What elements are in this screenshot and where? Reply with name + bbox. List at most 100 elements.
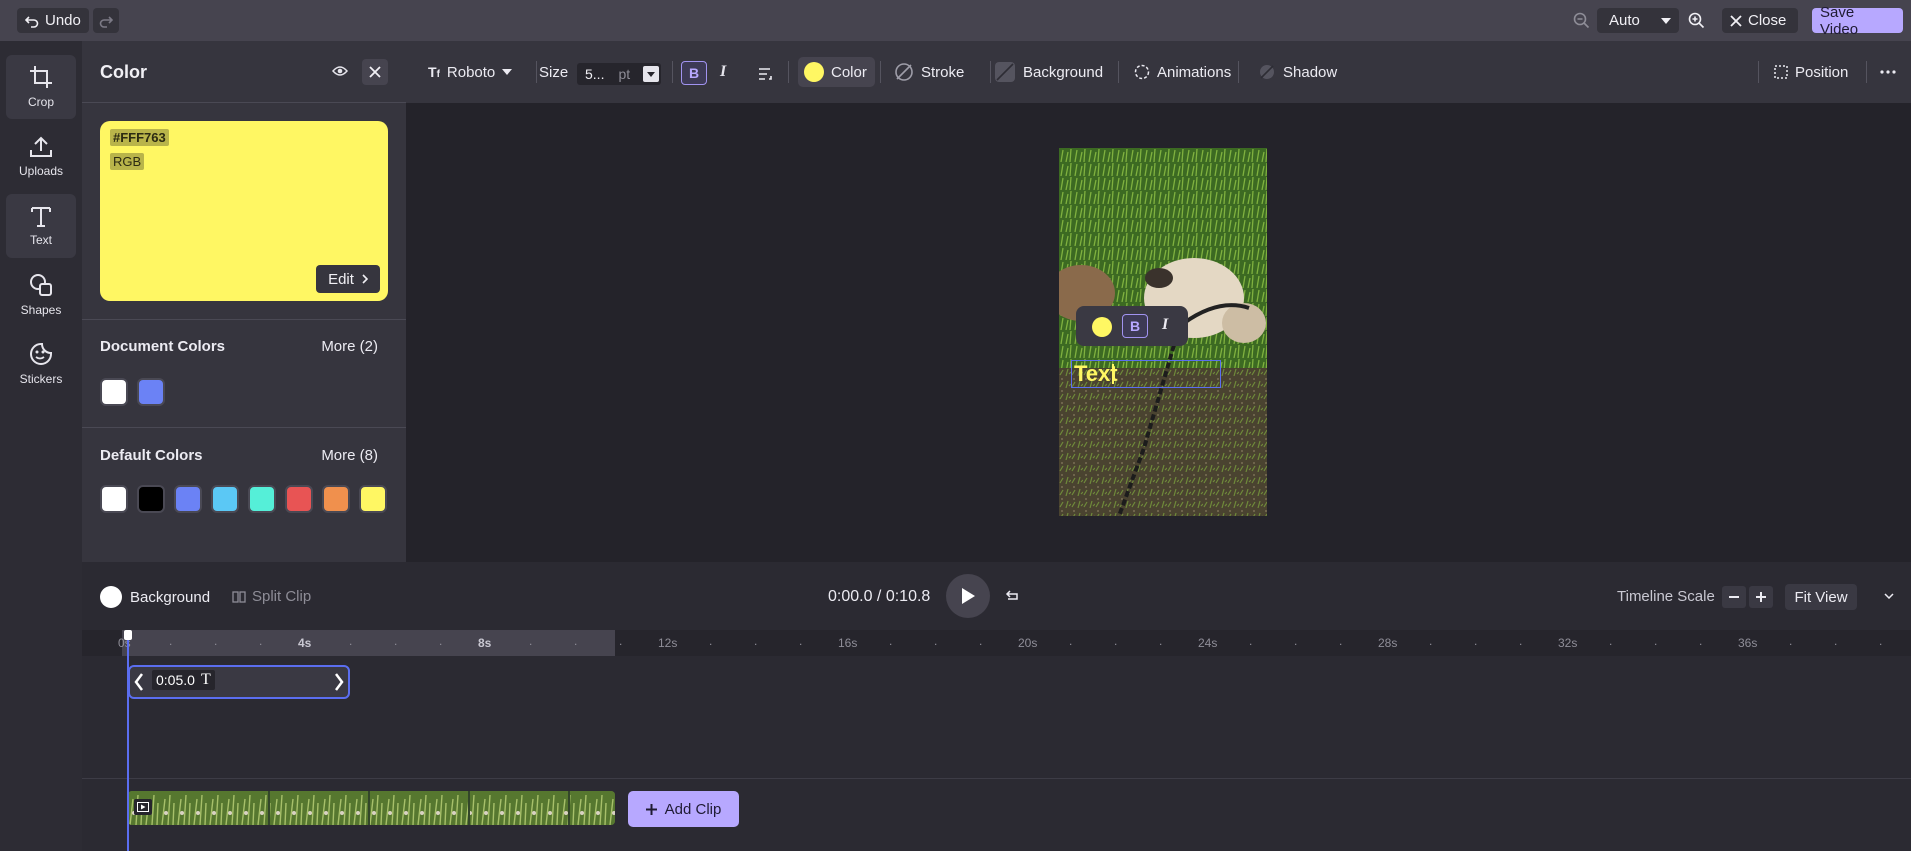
position-icon (1774, 65, 1788, 79)
sticker-icon (29, 342, 53, 366)
ruler-tick-label: 32s (1558, 636, 1578, 650)
color-swatch[interactable] (100, 485, 128, 513)
ruler-tick-label: 36s (1738, 636, 1758, 650)
timeline-scale-label: Timeline Scale (1617, 588, 1715, 605)
ruler-minor-tick: . (934, 634, 938, 648)
color-swatch-icon[interactable] (1092, 317, 1112, 337)
color-button[interactable]: Color (798, 57, 875, 87)
zoom-out-icon[interactable] (1573, 12, 1590, 29)
ruler-minor-tick: . (889, 634, 893, 648)
save-video-button[interactable]: Save Video (1812, 4, 1903, 38)
add-clip-button[interactable]: Add Clip (628, 791, 739, 827)
close-icon (1730, 14, 1742, 27)
chevron-down-icon[interactable] (1884, 593, 1894, 599)
ruler-minor-tick: . (1609, 634, 1613, 648)
shadow-button[interactable]: Shadow (1258, 57, 1337, 87)
panel-title: Color (100, 62, 147, 82)
default-colors-more[interactable]: More (8) (321, 447, 378, 464)
shadow-label: Shadow (1283, 63, 1338, 81)
split-clip-button[interactable]: Split Clip (232, 588, 311, 605)
italic-button[interactable]: I (720, 63, 726, 81)
close-panel-button[interactable] (362, 59, 388, 85)
divider (1118, 61, 1119, 83)
chevron-left-icon[interactable] (134, 673, 144, 691)
rail-item-shapes[interactable]: Shapes (6, 263, 76, 327)
time-readout: 0:00.0 / 0:10.8 (828, 588, 931, 605)
divider (1238, 61, 1239, 83)
color-swatch[interactable] (211, 485, 239, 513)
ruler-tick-label: 16s (838, 636, 858, 650)
background-toggle[interactable]: Background (100, 586, 210, 608)
mode-chip: RGB (110, 153, 145, 170)
playhead[interactable] (124, 630, 132, 851)
position-button[interactable]: Position (1774, 57, 1848, 87)
ruler-active-range (122, 630, 615, 656)
divider (1866, 61, 1867, 83)
document-colors-more[interactable]: More (2) (321, 338, 378, 355)
color-preview[interactable]: #FFF763 RGB Edit (100, 121, 388, 301)
stroke-button[interactable]: Stroke (894, 57, 964, 87)
fit-view-button[interactable]: Fit View (1785, 584, 1857, 610)
rail-item-crop[interactable]: Crop (6, 55, 76, 119)
divider (82, 778, 1911, 779)
color-swatch[interactable] (248, 485, 276, 513)
more-options-icon[interactable] (1880, 70, 1896, 74)
zoom-select[interactable]: Auto (1597, 8, 1679, 33)
size-dropdown-icon[interactable] (643, 66, 659, 82)
save-video-label: Save Video (1820, 3, 1859, 38)
scale-minus-button[interactable] (1722, 586, 1746, 608)
text-icon (30, 205, 52, 227)
background-label: Background (130, 588, 211, 606)
divider (1758, 61, 1759, 83)
color-swatch[interactable] (322, 485, 350, 513)
chevron-right-icon[interactable] (334, 673, 344, 691)
rail-item-text[interactable]: Text (6, 194, 76, 258)
ruler-minor-tick: . (709, 634, 713, 648)
loop-icon[interactable] (1004, 589, 1020, 603)
ruler-minor-tick: . (259, 634, 263, 648)
divider (672, 61, 673, 83)
ruler-tick-label: 24s (1198, 636, 1218, 650)
ruler-minor-tick: . (574, 634, 578, 648)
color-swatch[interactable] (285, 485, 313, 513)
align-icon[interactable] (758, 68, 774, 80)
text-toolbar: Tf Roboto Size 5... pt B I Color Stroke … (406, 41, 1911, 103)
font-select[interactable]: Tf Roboto (428, 57, 513, 87)
color-swatch[interactable] (100, 378, 128, 406)
rail-item-uploads[interactable]: Uploads (6, 125, 76, 189)
playhead-handle[interactable] (124, 630, 132, 640)
text-layer[interactable]: Text (1071, 360, 1221, 388)
animation-icon (1134, 64, 1150, 80)
ruler-minor-tick: . (1069, 634, 1073, 648)
edit-color-button[interactable]: Edit (316, 265, 380, 293)
video-clip[interactable] (128, 791, 615, 825)
undo-icon (25, 14, 39, 28)
color-swatch[interactable] (174, 485, 202, 513)
bold-button[interactable]: B (1122, 314, 1148, 338)
background-swatch-icon (100, 586, 122, 608)
undo-label: Undo (45, 12, 81, 29)
play-button[interactable] (946, 574, 990, 618)
redo-button[interactable] (93, 8, 119, 33)
animations-button[interactable]: Animations (1134, 57, 1231, 87)
text-clip[interactable]: 0:05.0 T (128, 665, 350, 699)
redo-icon (99, 14, 113, 28)
color-swatch[interactable] (359, 485, 387, 513)
ruler-minor-tick: . (1474, 634, 1478, 648)
background-button[interactable]: Background (994, 57, 1103, 87)
size-input[interactable]: 5... pt (577, 63, 661, 85)
color-swatch[interactable] (137, 485, 165, 513)
zoom-in-icon[interactable] (1688, 12, 1705, 29)
close-button[interactable]: Close (1722, 8, 1798, 33)
color-swatch[interactable] (137, 378, 165, 406)
color-label: Color (831, 63, 867, 81)
italic-button[interactable]: I (1162, 316, 1168, 334)
scale-plus-button[interactable] (1749, 586, 1773, 608)
chevron-down-icon (1661, 17, 1671, 24)
text-clip-label: 0:05.0 T (152, 670, 215, 690)
eye-icon[interactable] (332, 65, 348, 77)
font-value: Roboto (446, 63, 496, 81)
rail-item-stickers[interactable]: Stickers (6, 332, 76, 396)
bold-button[interactable]: B (681, 61, 707, 85)
undo-button[interactable]: Undo (17, 8, 89, 33)
